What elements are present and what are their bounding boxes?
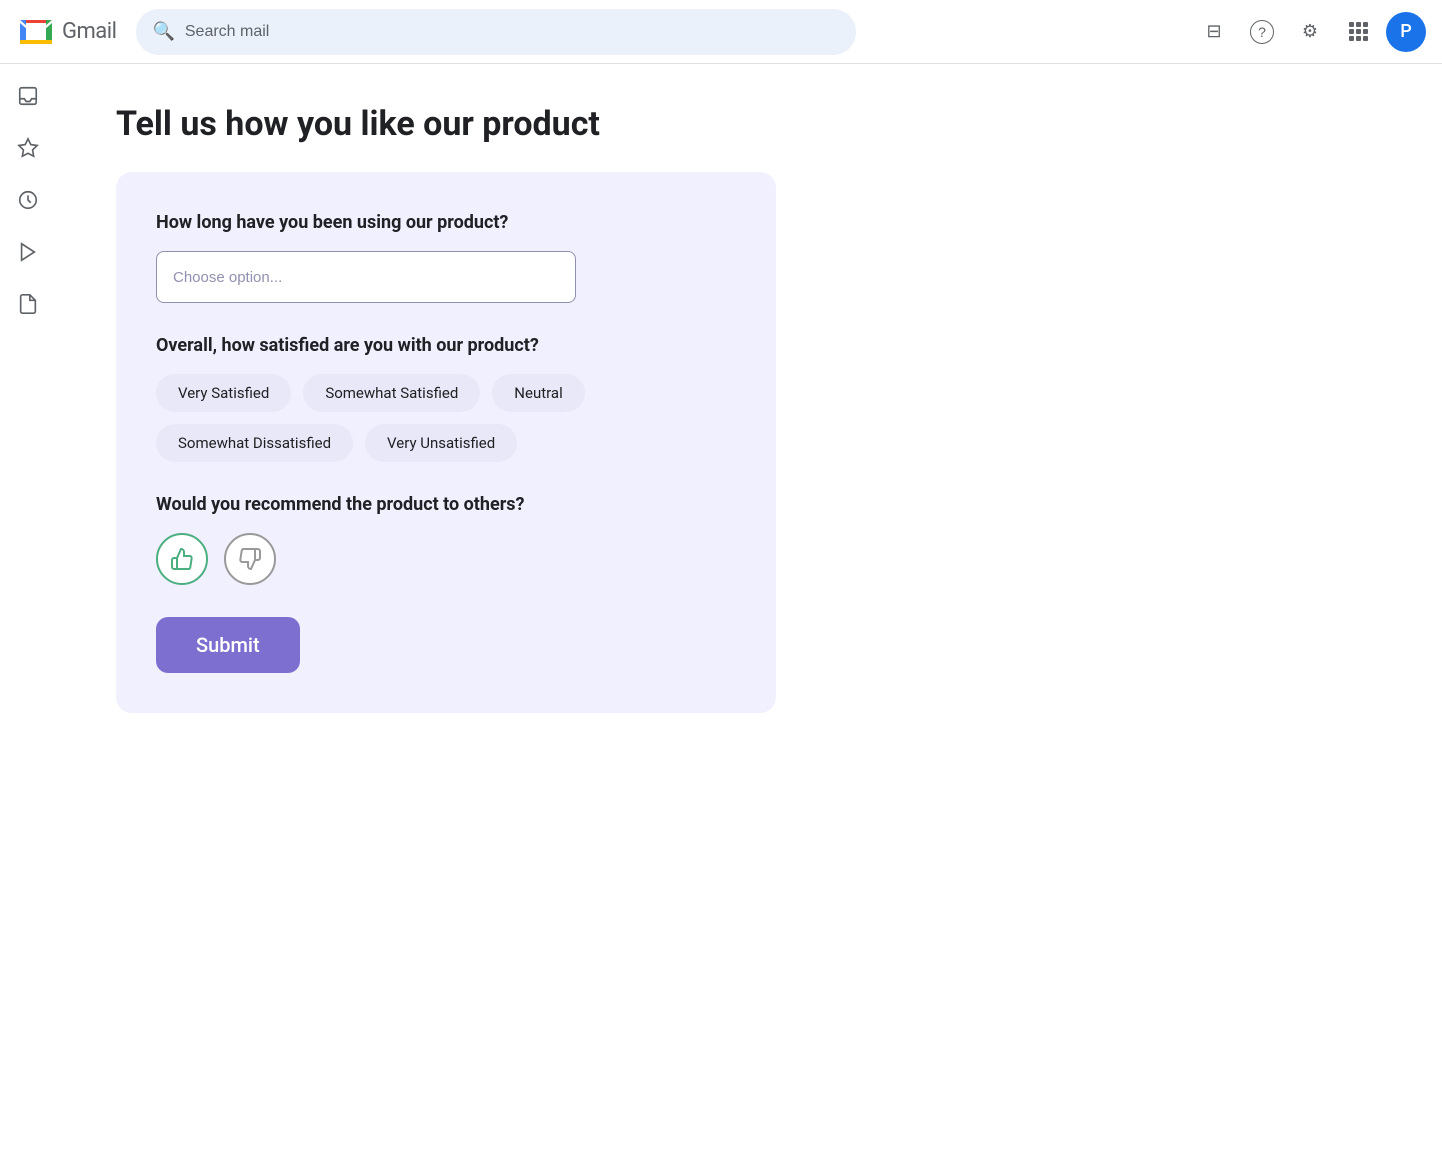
settings-icon: ⚙ [1302, 21, 1318, 42]
sidebar-item-inbox[interactable] [8, 76, 48, 116]
question1-label: How long have you been using our product… [156, 212, 736, 233]
avatar[interactable]: P [1386, 12, 1426, 52]
sidebar-item-snoozed[interactable] [8, 180, 48, 220]
layout: Tell us how you like our product How lon… [0, 64, 1442, 1156]
question2-label: Overall, how satisfied are you with our … [156, 335, 736, 356]
question2-section: Overall, how satisfied are you with our … [156, 335, 736, 462]
filter-icon: ⊟ [1206, 21, 1221, 42]
gmail-m-icon [16, 12, 56, 52]
duration-dropdown[interactable]: Choose option... Less than 1 month 1–6 m… [156, 251, 576, 303]
option-somewhat-dissatisfied[interactable]: Somewhat Dissatisfied [156, 424, 353, 462]
thumbs-up-button[interactable] [156, 533, 208, 585]
topbar-icons: ⊟ ? ⚙ P [1194, 12, 1426, 52]
question3-section: Would you recommend the product to other… [156, 494, 736, 585]
thumbs-down-button[interactable] [224, 533, 276, 585]
sidebar-item-starred[interactable] [8, 128, 48, 168]
thumbs-down-icon [238, 547, 262, 571]
page-title: Tell us how you like our product [116, 104, 1382, 144]
option-neutral[interactable]: Neutral [492, 374, 584, 412]
clock-icon [17, 189, 39, 211]
search-input[interactable] [185, 23, 841, 41]
question3-label: Would you recommend the product to other… [156, 494, 736, 515]
main-content: Tell us how you like our product How lon… [56, 64, 1442, 1156]
question1-section: How long have you been using our product… [156, 212, 736, 303]
help-icon: ? [1250, 20, 1274, 44]
settings-icon-btn[interactable]: ⚙ [1290, 12, 1330, 52]
apps-icon [1349, 22, 1368, 41]
thumb-buttons [156, 533, 736, 585]
search-icon: 🔍 [152, 21, 174, 42]
submit-button[interactable]: Submit [156, 617, 300, 673]
option-very-unsatisfied[interactable]: Very Unsatisfied [365, 424, 517, 462]
survey-card: How long have you been using our product… [116, 172, 776, 713]
send-icon [17, 241, 39, 263]
gmail-label: Gmail [62, 19, 116, 44]
sidebar-item-drafts[interactable] [8, 284, 48, 324]
topbar: Gmail 🔍 ⊟ ? ⚙ P [0, 0, 1442, 64]
thumbs-up-icon [170, 547, 194, 571]
sidebar [0, 64, 56, 1156]
draft-icon [17, 293, 39, 315]
sidebar-item-sent[interactable] [8, 232, 48, 272]
search-bar[interactable]: 🔍 [136, 9, 856, 55]
star-icon [17, 137, 39, 159]
option-somewhat-satisfied[interactable]: Somewhat Satisfied [303, 374, 480, 412]
inbox-icon [17, 85, 39, 107]
filter-icon-btn[interactable]: ⊟ [1194, 12, 1234, 52]
gmail-logo: Gmail [16, 12, 116, 52]
option-very-satisfied[interactable]: Very Satisfied [156, 374, 291, 412]
help-icon-btn[interactable]: ? [1242, 12, 1282, 52]
apps-icon-btn[interactable] [1338, 12, 1378, 52]
satisfaction-options: Very Satisfied Somewhat Satisfied Neutra… [156, 374, 736, 462]
